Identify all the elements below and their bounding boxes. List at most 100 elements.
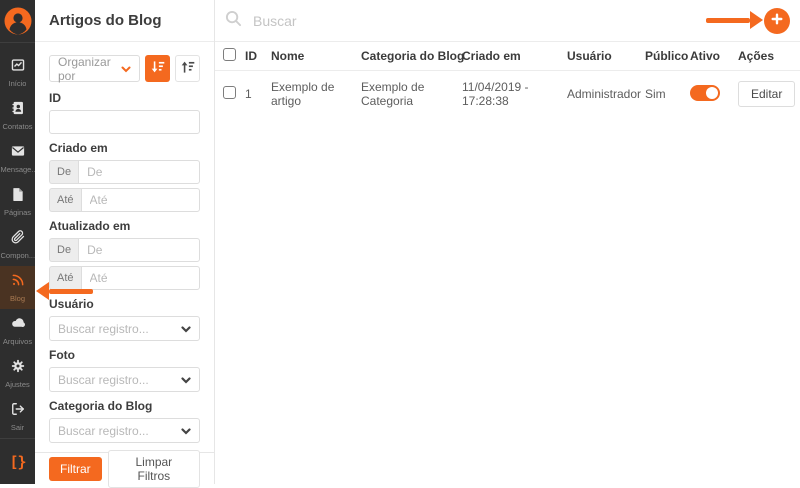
de-prefix-label: De: [49, 160, 78, 184]
sidebar-item-mensagens[interactable]: Mensage...: [0, 137, 35, 180]
column-header-criado-em: Criado em: [462, 42, 567, 71]
user-avatar-icon: [4, 7, 32, 40]
filter-atualizado-de-input[interactable]: [78, 238, 200, 262]
add-record-button[interactable]: [764, 8, 790, 34]
sidebar-item-label: Mensage...: [1, 166, 35, 174]
envelope-icon: [11, 144, 25, 163]
criado-ate-group: Até: [49, 188, 200, 212]
actions-cell: Editar: [738, 81, 788, 107]
filter-foto-select[interactable]: Buscar registro...: [49, 367, 200, 392]
sort-ascending-button[interactable]: [175, 55, 200, 82]
cell-categoria: Exemplo de Categoria: [361, 71, 462, 120]
select-placeholder: Buscar registro...: [58, 373, 149, 387]
toggle-knob: [706, 87, 718, 99]
ate-prefix-label: Até: [49, 188, 81, 212]
sidebar-item-label: Páginas: [4, 209, 31, 217]
filter-panel-body: Organizar por: [35, 42, 214, 452]
ate-prefix-label: Até: [49, 266, 81, 290]
filter-label-id: ID: [49, 92, 200, 105]
app-logo[interactable]: [0, 0, 35, 43]
chevron-down-icon: [181, 373, 191, 387]
sort-amount-up-icon: [181, 60, 195, 77]
sort-by-select[interactable]: Organizar por: [49, 55, 140, 82]
paperclip-icon: [11, 230, 25, 249]
de-prefix-label: De: [49, 238, 78, 262]
filter-label-categoria: Categoria do Blog: [49, 400, 200, 413]
filter-panel-header: Artigos do Blog: [35, 0, 214, 42]
chart-icon: [11, 58, 25, 77]
sort-row: Organizar por: [49, 55, 200, 82]
criado-de-group: De: [49, 160, 200, 184]
column-header-ativo: Ativo: [690, 42, 738, 71]
atualizado-ate-group: Até: [49, 266, 200, 290]
sort-descending-button[interactable]: [145, 55, 170, 82]
filtrar-button[interactable]: Filtrar: [49, 457, 102, 481]
limpar-filtros-button[interactable]: Limpar Filtros: [108, 450, 200, 488]
page-icon: [11, 187, 25, 206]
select-placeholder: Buscar registro...: [58, 322, 149, 336]
logout-icon: [11, 402, 25, 421]
sidebar-footer: [}: [0, 438, 35, 484]
filter-categoria-select[interactable]: Buscar registro...: [49, 418, 200, 443]
cloud-icon: [11, 316, 25, 335]
select-all-checkbox[interactable]: [223, 48, 236, 61]
search-bar: [215, 0, 800, 42]
sidebar-item-sair[interactable]: Sair: [0, 395, 35, 438]
ativo-toggle[interactable]: [690, 85, 720, 101]
page-title: Artigos do Blog: [49, 12, 162, 29]
app-window: Início Contatos: [0, 0, 800, 484]
records-table: ID Nome Categoria do Blog Criado em Usuá…: [215, 42, 800, 119]
column-header-publico: Público: [645, 42, 690, 71]
cell-usuario: Administrador: [567, 71, 645, 120]
column-header-id: ID: [245, 42, 271, 71]
cell-id: 1: [245, 71, 271, 120]
filter-label-usuario: Usuário: [49, 298, 200, 311]
sidebar-item-inicio[interactable]: Início: [0, 51, 35, 94]
main-sidebar: Início Contatos: [0, 0, 35, 484]
sidebar-item-blog[interactable]: Blog: [0, 266, 35, 309]
gear-icon: [11, 359, 25, 378]
filter-usuario-select[interactable]: Buscar registro...: [49, 316, 200, 341]
sidebar-item-label: Início: [9, 80, 27, 88]
row-checkbox[interactable]: [223, 86, 236, 99]
filter-id-input[interactable]: [49, 110, 200, 134]
filter-label-foto: Foto: [49, 349, 200, 362]
filter-panel: Artigos do Blog Organizar por: [35, 0, 215, 484]
sort-by-placeholder: Organizar por: [58, 55, 121, 83]
filter-criado-ate-input[interactable]: [81, 188, 200, 212]
column-header-usuario: Usuário: [567, 42, 645, 71]
atualizado-de-group: De: [49, 238, 200, 262]
editar-button[interactable]: Editar: [738, 81, 795, 107]
sidebar-item-arquivos[interactable]: Arquivos: [0, 309, 35, 352]
filter-criado-de-input[interactable]: [78, 160, 200, 184]
sidebar-nav: Início Contatos: [0, 43, 35, 438]
chevron-down-icon: [181, 322, 191, 336]
sidebar-item-label: Compon...: [1, 252, 35, 260]
sidebar-item-contatos[interactable]: Contatos: [0, 94, 35, 137]
chevron-down-icon: [181, 424, 191, 438]
brackets-logo-icon: [}: [9, 453, 25, 471]
main-content: ID Nome Categoria do Blog Criado em Usuá…: [215, 0, 800, 484]
sidebar-item-label: Arquivos: [3, 338, 32, 346]
column-header-nome: Nome: [271, 42, 361, 71]
sort-amount-down-icon: [151, 60, 165, 77]
filter-atualizado-ate-input[interactable]: [81, 266, 200, 290]
sidebar-item-label: Contatos: [2, 123, 32, 131]
cell-publico: Sim: [645, 71, 690, 120]
sidebar-item-label: Blog: [10, 295, 25, 303]
rss-icon: [11, 273, 25, 292]
sidebar-item-label: Ajustes: [5, 381, 30, 389]
column-header-categoria: Categoria do Blog: [361, 42, 462, 71]
filter-panel-footer: Filtrar Limpar Filtros: [35, 452, 214, 484]
chevron-down-icon: [121, 62, 131, 76]
sidebar-item-label: Sair: [11, 424, 24, 432]
sidebar-item-ajustes[interactable]: Ajustes: [0, 352, 35, 395]
table-header-row: ID Nome Categoria do Blog Criado em Usuá…: [215, 42, 800, 71]
search-input[interactable]: [251, 12, 755, 30]
cell-nome: Exemplo de artigo: [271, 71, 361, 120]
sidebar-item-paginas[interactable]: Páginas: [0, 180, 35, 223]
contacts-icon: [11, 101, 25, 120]
sidebar-item-componentes[interactable]: Compon...: [0, 223, 35, 266]
filter-label-criado-em: Criado em: [49, 142, 200, 155]
column-header-acoes: Ações: [738, 42, 800, 71]
